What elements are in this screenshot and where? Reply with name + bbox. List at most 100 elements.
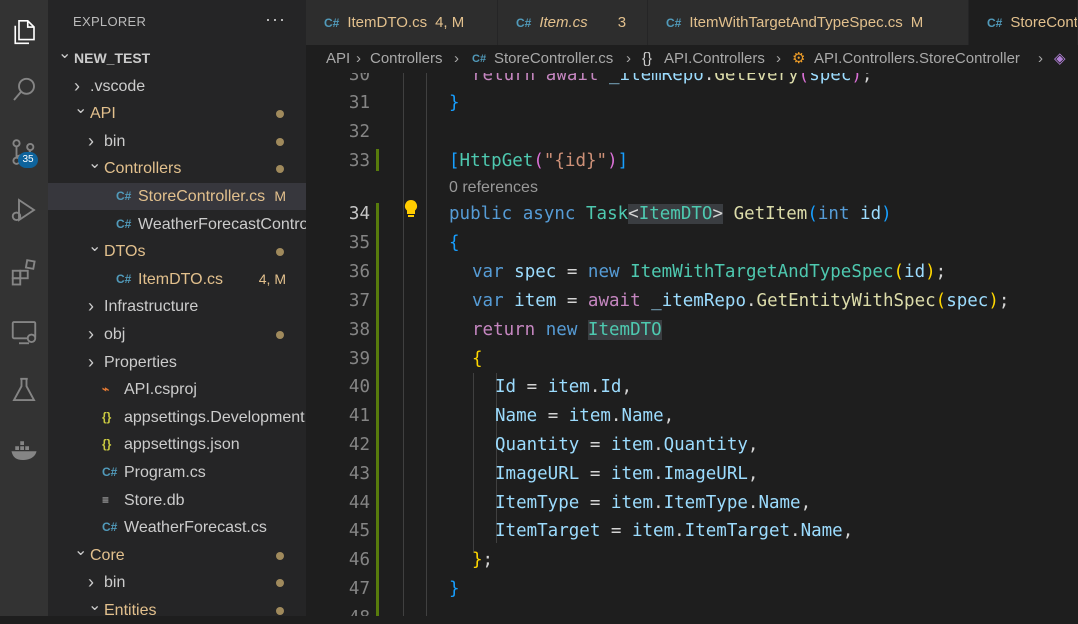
tree-item-weatherforecast-cs[interactable]: C# WeatherForecast.cs	[48, 514, 306, 541]
chevron-right-icon: ›	[1038, 50, 1043, 67]
tree-item-label: Infrastructure	[104, 298, 199, 316]
tree-item-label: .vscode	[90, 77, 146, 95]
class-icon: ⚙	[792, 50, 806, 67]
code-line: }	[449, 93, 460, 113]
csharp-icon: C#	[666, 16, 682, 30]
modified-dot-icon	[276, 248, 284, 257]
line-number: 43	[348, 464, 370, 484]
csharp-file-icon: C#	[116, 271, 132, 286]
codelens-references[interactable]: 0 references	[449, 179, 538, 197]
line-number: 40	[348, 377, 370, 397]
code-line: public async Task<ItemDTO> GetItem(int i…	[449, 204, 892, 224]
tree-item-label: API.csproj	[124, 381, 197, 399]
remote-explorer-icon[interactable]	[0, 308, 48, 356]
line-number: 32	[348, 122, 370, 142]
tab-itemdto[interactable]: C# ItemDTO.cs 4, M	[306, 0, 498, 45]
tree-item-label: StoreController.cs	[138, 188, 266, 205]
csharp-file-icon: C#	[116, 189, 132, 203]
line-number: 33	[348, 151, 370, 171]
tree-item-properties[interactable]: › Properties	[48, 349, 306, 376]
line-number: 31	[348, 93, 370, 113]
code-line: }	[449, 579, 460, 599]
modified-dot-icon	[276, 137, 284, 146]
tree-item-dtos[interactable]: ⌄ DTOs	[48, 238, 306, 265]
tree-item-label: appsettings.json	[124, 436, 240, 454]
tab-storecontroller[interactable]: C# StoreCont	[969, 0, 1078, 45]
tree-item-itemdto-cs[interactable]: C# ItemDTO.cs 4, M	[48, 266, 306, 293]
testing-icon[interactable]	[0, 366, 48, 414]
breadcrumb-class[interactable]: API.Controllers.StoreController	[814, 45, 1020, 73]
breadcrumb-api[interactable]: API	[326, 45, 350, 73]
tree-item-appsettings-development-j[interactable]: {} appsettings.Development.j...	[48, 404, 306, 431]
code-line: return new ItemDTO	[472, 320, 662, 340]
indent-guide	[403, 73, 404, 616]
tree-item-controllers[interactable]: ⌄ Controllers	[48, 155, 306, 182]
tree-item-store-db[interactable]: ≡ Store.db	[48, 487, 306, 514]
tree-item-label: bin	[104, 574, 126, 592]
code-line: var spec = new ItemWithTargetAndTypeSpec…	[472, 262, 947, 282]
tree-item-label: Store.db	[124, 491, 185, 509]
chevron-right-icon: ›	[88, 296, 94, 317]
tree-item-obj[interactable]: › obj	[48, 321, 306, 348]
tab-item[interactable]: C# Item.cs 3	[498, 0, 648, 45]
tree-item-vscode[interactable]: › .vscode	[48, 73, 306, 100]
modified-dot-icon	[276, 579, 284, 588]
tree-item-infrastructure[interactable]: › Infrastructure	[48, 293, 306, 320]
breadcrumb-controllers[interactable]: Controllers	[370, 45, 443, 73]
tree-item-api[interactable]: ⌄ API	[48, 100, 306, 127]
code-line: Quantity = item.Quantity,	[495, 435, 759, 455]
chevron-right-icon: ›	[88, 130, 94, 151]
tree-item-api-csproj[interactable]: ⌁ API.csproj	[48, 376, 306, 403]
tree-item-label: Program.cs	[124, 464, 206, 481]
tree-item-storecontroller-cs[interactable]: C# StoreController.cs M	[48, 183, 306, 210]
tree-item-bin[interactable]: › bin	[48, 128, 306, 155]
tree-item-program-cs[interactable]: C# Program.cs	[48, 459, 306, 486]
tree-item-label: bin	[104, 132, 126, 150]
tree-item-bin[interactable]: › bin	[48, 569, 306, 596]
chevron-right-icon: ›	[776, 50, 781, 67]
code-line: ItemTarget = item.ItemTarget.Name,	[495, 521, 854, 541]
more-actions-icon[interactable]: ···	[265, 9, 286, 30]
docker-icon[interactable]	[0, 426, 48, 474]
code-line: [HttpGet("{id}")]	[449, 151, 629, 171]
line-number: 41	[348, 406, 370, 426]
tree-item-label: Controllers	[104, 160, 182, 178]
tree-item-weatherforecastcontroll[interactable]: C# WeatherForecastControll...	[48, 211, 306, 238]
chevron-down-icon: ⌄	[88, 155, 102, 173]
git-status-badge: M	[274, 188, 286, 204]
tree-item-entities[interactable]: ⌄ Entities	[48, 597, 306, 624]
code-editor[interactable]: 30 return await _itemRepo.GetEvery(spec)…	[306, 73, 1078, 616]
tree-item-label: Core	[90, 546, 125, 564]
line-number: 48	[306, 608, 370, 616]
chevron-right-icon: ›	[454, 50, 459, 67]
tree-item-label: WeatherForecastControll...	[138, 215, 306, 233]
explorer-icon[interactable]	[0, 8, 48, 56]
namespace-icon: {}	[642, 50, 653, 67]
chevron-down-icon: ⌄	[74, 541, 88, 559]
lightbulb-icon[interactable]	[404, 199, 418, 224]
search-icon[interactable]	[0, 66, 48, 114]
breadcrumb-namespace[interactable]: API.Controllers	[664, 45, 765, 73]
csharp-icon: C#	[472, 53, 487, 65]
tree-item-label: DTOs	[104, 243, 146, 261]
modified-dot-icon	[276, 110, 284, 119]
project-file-icon: ⌁	[102, 382, 110, 397]
breadcrumb-file[interactable]: StoreController.cs	[494, 45, 613, 73]
tab-itemwithtargetandtypespec[interactable]: C# ItemWithTargetAndTypeSpec.cs M	[648, 0, 969, 45]
tree-item-core[interactable]: ⌄ Core	[48, 542, 306, 569]
modified-dot-icon	[276, 331, 284, 339]
indent-guide	[496, 373, 497, 543]
chevron-right-icon: ›	[88, 351, 94, 372]
indent-guide	[473, 373, 474, 553]
code-line: Name = item.Name,	[495, 406, 675, 426]
extensions-icon[interactable]	[0, 248, 48, 296]
chevron-right-icon: ›	[356, 50, 361, 67]
run-debug-icon[interactable]	[0, 186, 48, 234]
csharp-icon: C#	[324, 16, 340, 30]
tree-item-new-test[interactable]: ⌄ NEW_TEST	[48, 45, 306, 72]
tree-item-label: Entities	[104, 602, 157, 619]
git-status-badge: 4, M	[258, 270, 286, 287]
code-line: var item = await _itemRepo.GetEntityWith…	[472, 291, 1010, 311]
line-number: 30	[348, 73, 370, 85]
tree-item-appsettings-json[interactable]: {} appsettings.json	[48, 431, 306, 458]
